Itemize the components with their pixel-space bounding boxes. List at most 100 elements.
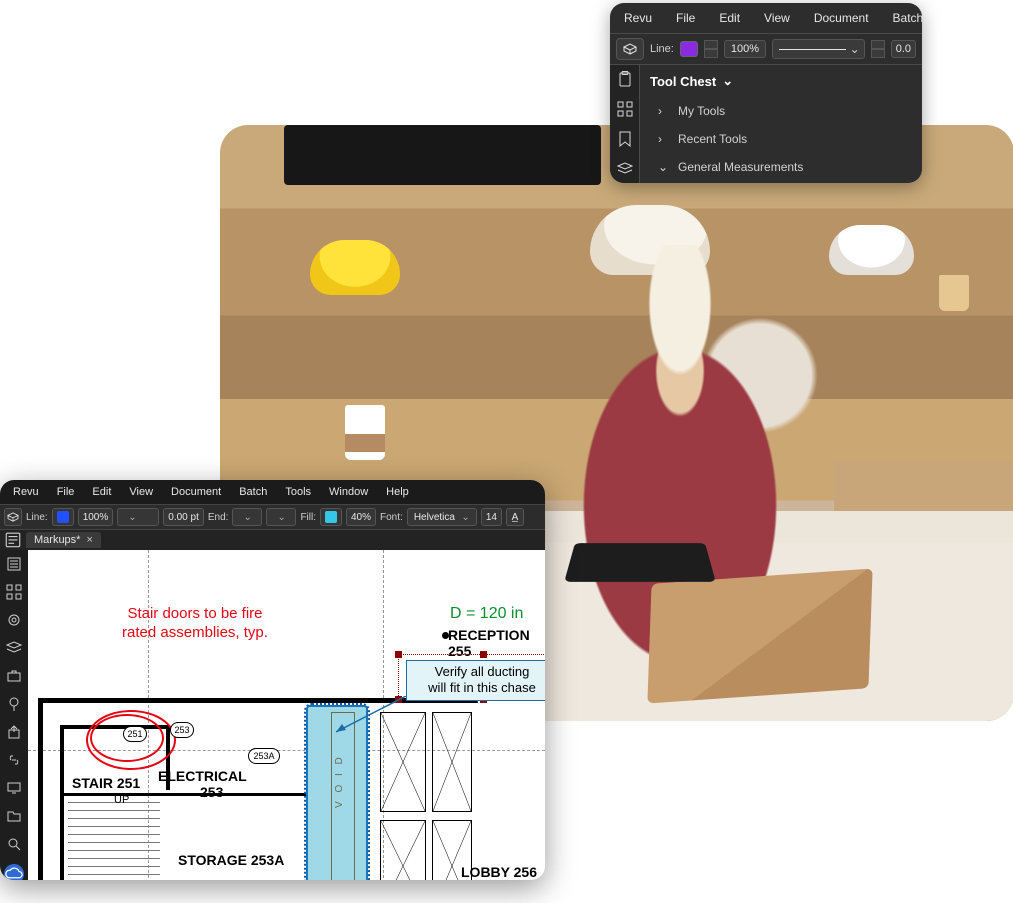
line-style-select[interactable] [117,508,159,526]
menu-file[interactable]: File [48,483,84,501]
tool-chest-iconcol [610,65,640,183]
layers-icon[interactable] [6,640,22,656]
app-menubar: Revu File Edit View Document Batch Tools… [0,480,545,504]
fill-label: Fill: [300,512,316,523]
tool-chest-title: Tool Chest [650,74,716,89]
font-select[interactable]: Helvetica [407,508,477,526]
menu-revu[interactable]: Revu [612,7,664,29]
tool-chest-body: Tool Chest ⌄ › My Tools › Recent Tools ⌄… [610,65,922,183]
box-dropdown-icon[interactable] [4,508,22,526]
fill-pct[interactable]: 40% [346,508,376,526]
menu-edit[interactable]: Edit [707,7,752,29]
chevron-down-icon: ⌄ [658,160,668,174]
item-label: My Tools [678,104,725,118]
menu-view[interactable]: View [120,483,162,501]
color-swatch[interactable] [680,41,698,57]
menu-view[interactable]: View [752,7,802,29]
list-icon[interactable] [6,556,22,572]
void-label: V O I D [334,754,345,808]
end-style-select[interactable] [232,508,262,526]
label-stair: STAIR 251 [72,775,140,791]
drawing-canvas[interactable]: V O I D 251 253 253A RECEPTION 255 STAIR… [28,550,545,880]
search-icon[interactable] [6,836,22,852]
menu-batch[interactable]: Batch [230,483,276,501]
annotation-callout[interactable]: Verify all ducting will fit in this chas… [406,660,545,701]
grid-icon[interactable] [6,584,22,600]
pin-icon[interactable] [6,696,22,712]
layers-icon[interactable] [617,161,633,177]
menu-help[interactable]: Help [377,483,418,501]
item-recent-tools[interactable]: › Recent Tools [640,125,922,153]
roomnum-253a: 253A [248,748,280,764]
text-format-icon[interactable]: A̲ [506,508,524,526]
label-lobby: LOBBY 256 [461,864,537,880]
line-label: Line: [650,43,674,55]
width-value[interactable]: 0.0 [891,40,916,58]
roomnum-251: 251 [123,726,147,742]
font-size[interactable]: 14 [481,508,502,526]
menu-document[interactable]: Document [162,483,230,501]
binder [647,568,872,703]
item-label: General Measurements [678,160,803,174]
zoom-value[interactable]: 100% [724,40,766,58]
pt-value[interactable]: 0.00 pt [163,508,204,526]
coffee-cup [345,405,385,460]
item-label: Recent Tools [678,132,747,146]
revu-app-window: Revu File Edit View Document Batch Tools… [0,480,545,880]
box-dropdown-icon[interactable] [616,38,644,60]
top-menubar: Revu File Edit View Document Batch [610,3,922,34]
dimension-d120[interactable]: D = 120 in [450,605,523,623]
menu-document[interactable]: Document [802,7,881,29]
zoom-value[interactable]: 100% [78,508,114,526]
label-storage-253a: STORAGE 253A [178,852,284,868]
hardhat-white-shelf [829,225,914,275]
font-label: Font: [380,512,403,523]
annotation-red-note[interactable]: Stair doors to be fire rated assemblies,… [90,605,300,643]
tool-chest-header[interactable]: Tool Chest ⌄ [640,65,922,97]
folder-icon[interactable] [6,808,22,824]
line-label: Line: [26,512,48,523]
export-icon[interactable] [6,724,22,740]
end-label: End: [208,512,229,523]
menu-batch[interactable]: Batch [881,7,922,29]
app-toolbar: Line: 100% 0.00 pt End: Fill: 40% Font: … [0,504,545,530]
menu-window[interactable]: Window [320,483,377,501]
fill-color[interactable] [320,508,342,526]
app-tabstrip: Markups* × [0,530,545,550]
menu-tools[interactable]: Tools [276,483,320,501]
tablet [564,543,716,582]
hardhat-yellow [310,240,400,295]
tab-markups[interactable]: Markups* × [26,532,101,548]
paper-cup [939,275,969,311]
grid-icon[interactable] [617,101,633,117]
menu-file[interactable]: File [664,7,707,29]
monitor-icon[interactable] [6,780,22,796]
link-icon[interactable] [6,752,22,768]
zoom-stepper[interactable] [704,40,718,58]
clipboard-icon[interactable] [617,71,633,87]
menu-revu[interactable]: Revu [4,483,48,501]
document-icon[interactable] [4,532,22,548]
tool-chest-panel: Revu File Edit View Document Batch Line:… [610,3,922,183]
app-sidebar [0,550,28,880]
chevron-right-icon: › [658,132,668,146]
cloud-icon[interactable] [4,864,24,880]
marker-dot [442,632,449,639]
tool-chest-list: Tool Chest ⌄ › My Tools › Recent Tools ⌄… [640,65,922,183]
line-color[interactable] [52,508,74,526]
chevron-down-icon: ⌄ [722,73,733,89]
top-toolbar: Line: 100% 0.0 [610,34,922,65]
end-style-select-2[interactable] [266,508,296,526]
label-electrical: ELECTRICAL [158,768,247,784]
line-style-select[interactable] [772,39,865,59]
gear-icon[interactable] [6,612,22,628]
close-icon[interactable]: × [86,534,92,546]
callout-leader [336,696,410,736]
menu-edit[interactable]: Edit [83,483,120,501]
briefcase-icon[interactable] [6,668,22,684]
label-electrical-num: 253 [200,784,223,800]
bookmark-icon[interactable] [617,131,633,147]
item-general-measurements[interactable]: ⌄ General Measurements [640,153,922,181]
item-my-tools[interactable]: › My Tools [640,97,922,125]
width-stepper[interactable] [871,40,885,58]
